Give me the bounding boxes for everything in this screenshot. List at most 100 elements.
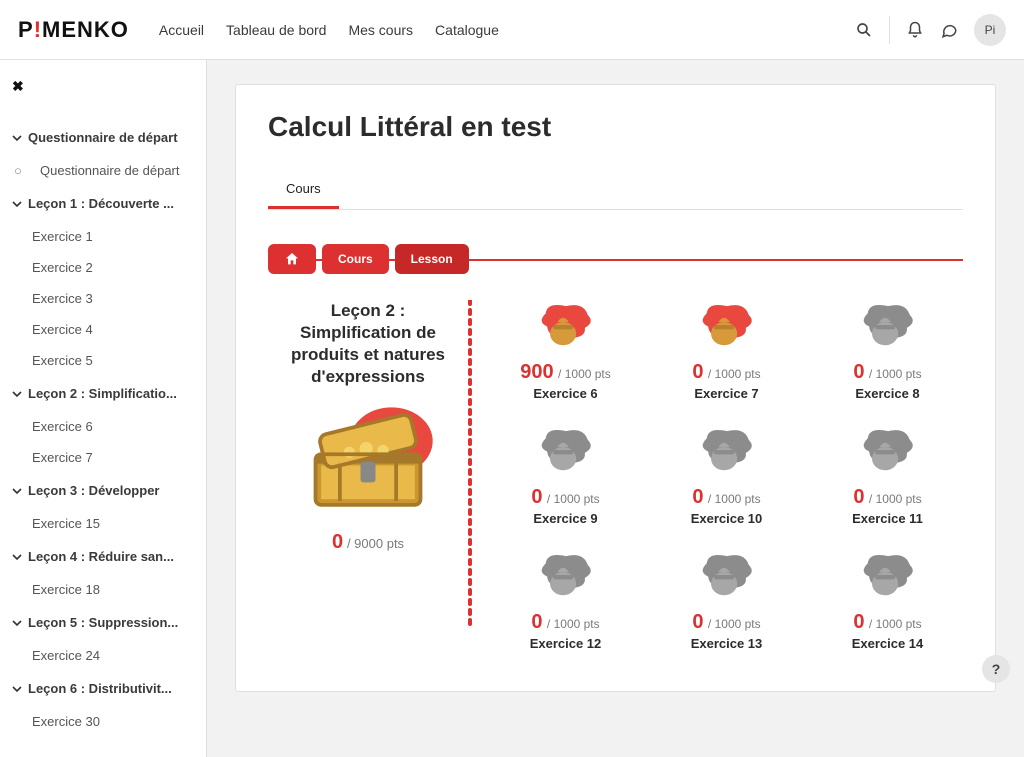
exercise-score: 0 / 1000 pts — [651, 611, 802, 634]
exercise-grid: 900 / 1000 pts Exercice 6 0 / 1000 pts E… — [490, 300, 963, 651]
top-nav: Accueil Tableau de bord Mes cours Catalo… — [159, 22, 499, 38]
nav-mes-cours[interactable]: Mes cours — [348, 22, 413, 38]
exercise-name: Exercice 11 — [812, 511, 963, 526]
exercise-score-max: / 1000 pts — [869, 492, 922, 506]
exercise-score: 0 / 1000 pts — [812, 611, 963, 634]
sidebar-item[interactable]: Exercice 24 — [0, 640, 202, 671]
main-area: Calcul Littéral en test Cours Cours Less… — [207, 60, 1024, 757]
exercise-name: Exercice 14 — [812, 636, 963, 651]
exercise-score-max: / 1000 pts — [869, 367, 922, 381]
sidebar-item[interactable]: Exercice 5 — [0, 345, 202, 376]
exercise-score-value: 900 — [520, 361, 553, 383]
sidebar-item[interactable]: Exercice 3 — [0, 283, 202, 314]
exercise-name: Exercice 7 — [651, 386, 802, 401]
close-icon[interactable]: ✖ — [12, 78, 24, 95]
bell-icon[interactable] — [906, 21, 924, 39]
sidebar-item[interactable]: Exercice 1 — [0, 221, 202, 252]
exercise-score-value: 0 — [853, 611, 864, 633]
breadcrumb-lesson[interactable]: Lesson — [395, 244, 469, 274]
logo-text-post: MENKO — [42, 17, 129, 42]
sidebar-section[interactable]: Leçon 4 : Réduire san... — [0, 539, 202, 574]
lesson-score: 0 / 9000 pts — [278, 531, 458, 554]
sidebar-section-title: Leçon 6 : Distributivit... — [28, 681, 172, 696]
sidebar-item[interactable]: Exercice 7 — [0, 442, 202, 473]
sidebar-section[interactable]: Leçon 5 : Suppression... — [0, 605, 202, 640]
chat-icon[interactable] — [940, 21, 958, 39]
bag-icon — [490, 425, 641, 480]
breadcrumb-cours[interactable]: Cours — [322, 244, 389, 274]
sidebar-item[interactable]: Questionnaire de départ — [0, 155, 202, 186]
exercise-score-max: / 1000 pts — [708, 367, 761, 381]
exercise-card[interactable]: 0 / 1000 pts Exercice 8 — [812, 300, 963, 401]
exercise-card[interactable]: 0 / 1000 pts Exercice 10 — [651, 425, 802, 526]
header-icons: Pi — [855, 14, 1006, 46]
lesson-score-value: 0 — [332, 531, 343, 553]
sidebar-item[interactable]: Exercice 2 — [0, 252, 202, 283]
tabs: Cours — [268, 171, 963, 210]
bag-icon — [651, 425, 802, 480]
exercise-card[interactable]: 0 / 1000 pts Exercice 7 — [651, 300, 802, 401]
bag-icon — [651, 300, 802, 355]
sidebar-section-title: Leçon 2 : Simplificatio... — [28, 386, 177, 401]
tab-cours[interactable]: Cours — [268, 171, 339, 209]
treasure-chest-icon — [278, 396, 458, 523]
exercise-card[interactable]: 0 / 1000 pts Exercice 13 — [651, 550, 802, 651]
bag-icon — [812, 300, 963, 355]
sidebar-item[interactable]: Exercice 15 — [0, 508, 202, 539]
exercise-score-max: / 1000 pts — [547, 617, 600, 631]
exercise-score-max: / 1000 pts — [708, 617, 761, 631]
divider — [889, 16, 890, 44]
lesson-score-max: / 9000 pts — [347, 536, 404, 551]
content-card: Calcul Littéral en test Cours Cours Less… — [235, 84, 996, 692]
help-button[interactable]: ? — [982, 655, 1010, 683]
home-icon — [284, 251, 300, 267]
exercise-score-value: 0 — [692, 486, 703, 508]
exercise-score: 0 / 1000 pts — [812, 361, 963, 384]
exercise-score: 0 / 1000 pts — [651, 361, 802, 384]
exercise-score: 0 / 1000 pts — [490, 611, 641, 634]
exercise-score: 0 / 1000 pts — [812, 486, 963, 509]
exercise-card[interactable]: 900 / 1000 pts Exercice 6 — [490, 300, 641, 401]
nav-accueil[interactable]: Accueil — [159, 22, 204, 38]
exercise-card[interactable]: 0 / 1000 pts Exercice 12 — [490, 550, 641, 651]
lesson-summary: Leçon 2 : Simplification de produits et … — [268, 300, 468, 651]
lesson-title: Leçon 2 : Simplification de produits et … — [278, 300, 458, 388]
sidebar: ✖ Questionnaire de départ Questionnaire d… — [0, 60, 207, 757]
exercise-score-value: 0 — [692, 611, 703, 633]
breadcrumb-home[interactable] — [268, 244, 316, 274]
exercise-name: Exercice 9 — [490, 511, 641, 526]
exercise-score-max: / 1000 pts — [547, 492, 600, 506]
bag-icon — [812, 550, 963, 605]
sidebar-section-title: Leçon 1 : Découverte ... — [28, 196, 174, 211]
sidebar-section[interactable]: Leçon 1 : Découverte ... — [0, 186, 202, 221]
sidebar-item[interactable]: Exercice 6 — [0, 411, 202, 442]
sidebar-section[interactable]: Leçon 2 : Simplificatio... — [0, 376, 202, 411]
avatar[interactable]: Pi — [974, 14, 1006, 46]
exercise-card[interactable]: 0 / 1000 pts Exercice 14 — [812, 550, 963, 651]
exercise-score-max: / 1000 pts — [558, 367, 611, 381]
nav-catalogue[interactable]: Catalogue — [435, 22, 499, 38]
exercise-card[interactable]: 0 / 1000 pts Exercice 11 — [812, 425, 963, 526]
exercise-score-value: 0 — [531, 486, 542, 508]
sidebar-section[interactable]: Questionnaire de départ — [0, 120, 202, 155]
nav-tableau-de-bord[interactable]: Tableau de bord — [226, 22, 326, 38]
search-icon[interactable] — [855, 21, 873, 39]
sidebar-section-title: Questionnaire de départ — [28, 130, 178, 145]
sidebar-section-title: Leçon 4 : Réduire san... — [28, 549, 174, 564]
sidebar-item[interactable]: Exercice 4 — [0, 314, 202, 345]
exercise-card[interactable]: 0 / 1000 pts Exercice 9 — [490, 425, 641, 526]
page-title: Calcul Littéral en test — [268, 111, 963, 143]
sidebar-item[interactable]: Exercice 18 — [0, 574, 202, 605]
bag-icon — [490, 300, 641, 355]
sidebar-item[interactable]: Exercice 30 — [0, 706, 202, 737]
exercise-score-value: 0 — [531, 611, 542, 633]
bag-icon — [812, 425, 963, 480]
sidebar-section-title: Leçon 5 : Suppression... — [28, 615, 178, 630]
exercise-score-value: 0 — [853, 486, 864, 508]
sidebar-section[interactable]: Leçon 6 : Distributivit... — [0, 671, 202, 706]
app-header: P!MENKO Accueil Tableau de bord Mes cour… — [0, 0, 1024, 60]
logo[interactable]: P!MENKO — [18, 0, 129, 60]
bag-icon — [490, 550, 641, 605]
sidebar-section[interactable]: Leçon 3 : Développer — [0, 473, 202, 508]
exercise-name: Exercice 13 — [651, 636, 802, 651]
